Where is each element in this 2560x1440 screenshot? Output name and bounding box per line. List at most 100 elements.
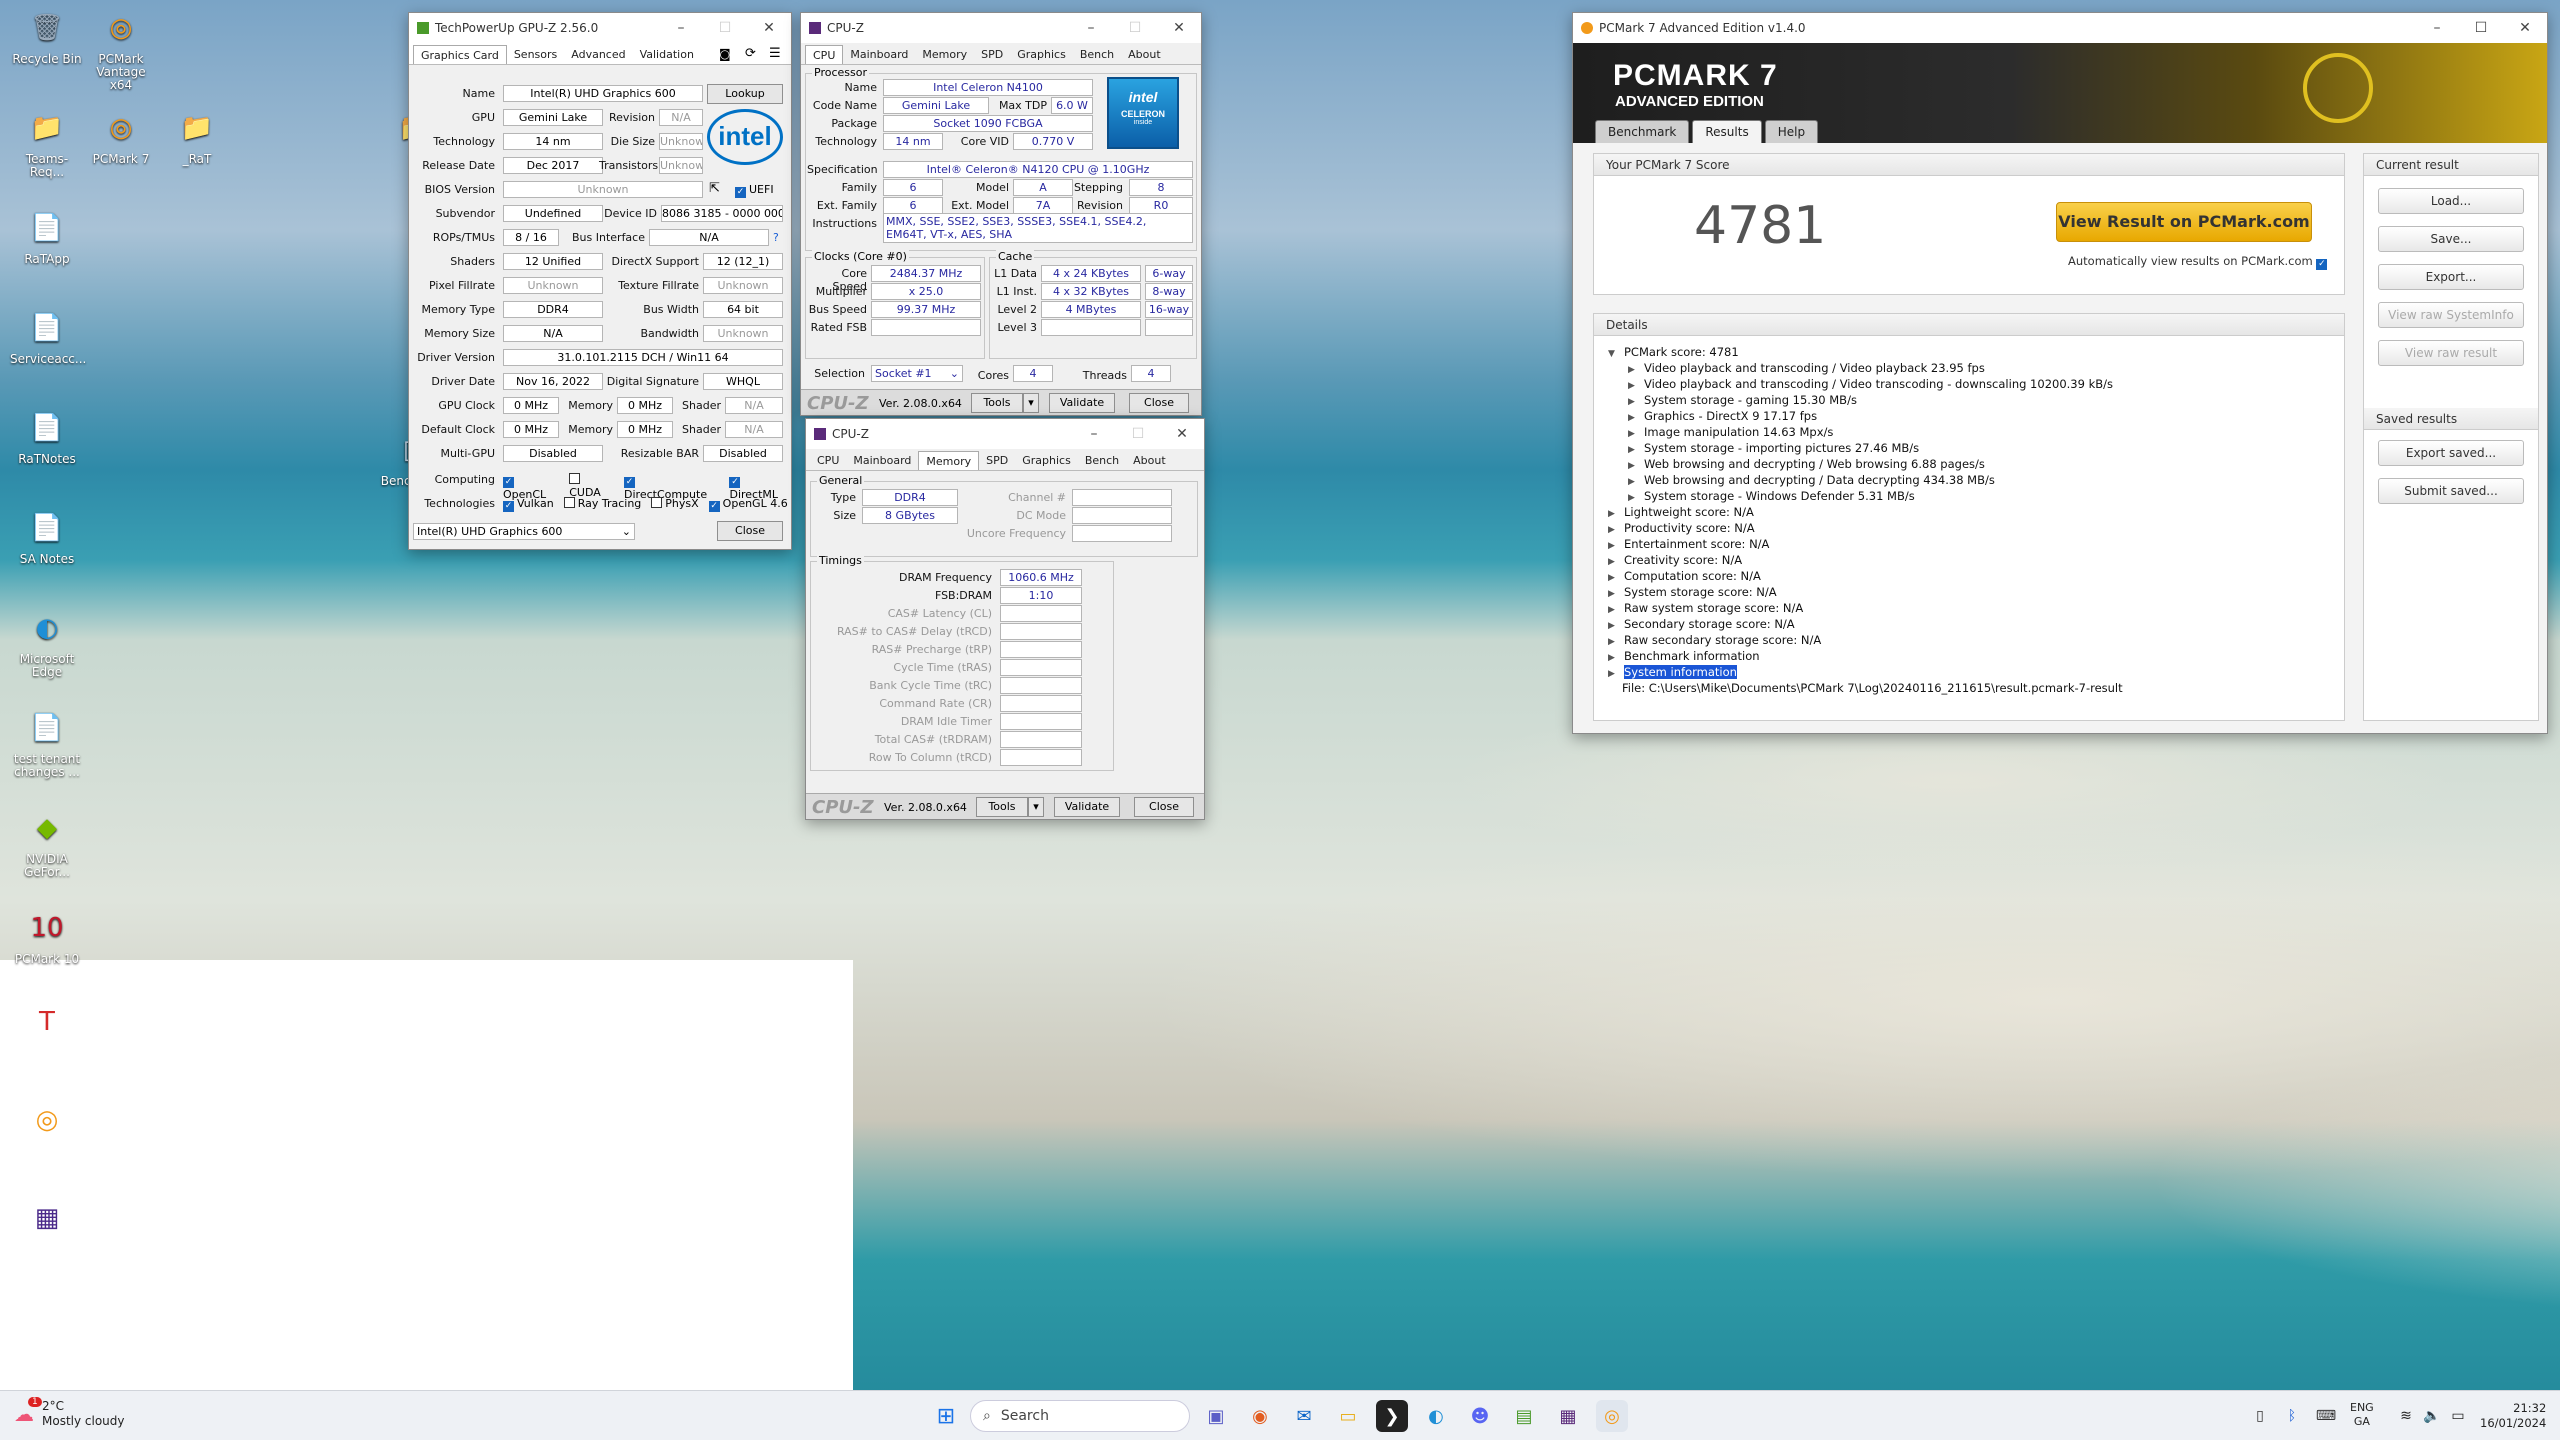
usb-icon[interactable]: ▯ xyxy=(2244,1400,2276,1432)
tab-bench[interactable]: Bench xyxy=(1078,451,1126,470)
tree-item[interactable]: ▶ Benchmark information xyxy=(1608,648,2334,664)
tree-item[interactable]: ▶ Web browsing and decrypting / Data decr… xyxy=(1608,472,2334,488)
tab-cpu[interactable]: CPU xyxy=(810,451,846,470)
desktop-icon[interactable]: 📁 _RaT xyxy=(160,106,234,166)
close-button[interactable]: Close xyxy=(1134,797,1194,817)
file-explorer-icon[interactable]: ▭ xyxy=(1332,1400,1364,1432)
auto-view-checkbox[interactable]: ✓ xyxy=(2316,259,2328,270)
share-icon[interactable]: ⇱ xyxy=(709,181,720,196)
gpuz-titlebar[interactable]: TechPowerUp GPU-Z 2.56.0 – ☐ ✕ xyxy=(409,13,791,43)
desktop-icon[interactable]: ▦ xyxy=(10,1196,84,1243)
tab-cpu[interactable]: CPU xyxy=(805,45,844,64)
search-box[interactable]: ⌕ Search xyxy=(970,1400,1190,1432)
tree-item[interactable]: ▶ Graphics - DirectX 9 17.17 fps xyxy=(1608,408,2334,424)
language-indicator[interactable]: ENG GA xyxy=(2350,1401,2374,1429)
tree-item[interactable]: ▶ Video playback and transcoding / Video … xyxy=(1608,376,2334,392)
clock[interactable]: 21:32 16/01/2024 xyxy=(2480,1401,2546,1431)
tab-graphics[interactable]: Graphics xyxy=(1015,451,1078,470)
uefi-checkbox[interactable]: ✓ UEFI xyxy=(735,183,774,198)
tab-mainboard[interactable]: Mainboard xyxy=(843,45,915,64)
desktop-icon[interactable]: 🗑 Recycle Bin xyxy=(10,6,84,66)
tools-button[interactable]: Tools xyxy=(976,797,1028,817)
camera-icon[interactable]: ◙ xyxy=(719,47,731,61)
export-button[interactable]: Export... xyxy=(2378,264,2524,290)
close-button[interactable]: Close xyxy=(717,521,783,541)
menu-icon[interactable]: ☰ xyxy=(769,46,781,61)
battery-icon[interactable]: ▭ xyxy=(2442,1400,2474,1432)
tab-mainboard[interactable]: Mainboard xyxy=(846,451,918,470)
tree-item[interactable]: ▶ System storage score: N/A xyxy=(1608,584,2334,600)
tab-advanced[interactable]: Advanced xyxy=(564,45,632,64)
desktop-icon[interactable]: 📄 Serviceacc... xyxy=(10,306,86,366)
tab-spd[interactable]: SPD xyxy=(974,45,1010,64)
tab-memory[interactable]: Memory xyxy=(918,451,980,470)
maximize-icon[interactable]: ☐ xyxy=(1113,20,1157,36)
pcmark-taskbar-icon[interactable]: ◎ xyxy=(1596,1400,1628,1432)
discord-icon[interactable]: ☻ xyxy=(1464,1400,1496,1432)
expand-down-icon[interactable]: ▼ xyxy=(1608,346,1624,362)
technology-checkbox-opengl-4-6[interactable]: ✓ OpenGL 4.6 xyxy=(708,497,788,512)
maximize-icon[interactable]: ☐ xyxy=(703,20,747,36)
tree-item[interactable]: ▶ Productivity score: N/A xyxy=(1608,520,2334,536)
firefox-icon[interactable]: ◉ xyxy=(1244,1400,1276,1432)
cpuz-taskbar-icon[interactable]: ▦ xyxy=(1552,1400,1584,1432)
tools-button[interactable]: Tools xyxy=(971,393,1023,413)
close-icon[interactable]: ✕ xyxy=(747,20,791,36)
desktop-icon[interactable]: 📄 RaTApp xyxy=(10,206,84,266)
meet-icon[interactable]: ▣ xyxy=(1200,1400,1232,1432)
lookup-button[interactable]: Lookup xyxy=(707,84,783,104)
tab-results[interactable]: Results xyxy=(1692,120,1762,143)
socket-select[interactable]: Socket #1 ⌄ xyxy=(871,365,963,382)
tree-item[interactable]: ▶ Computation score: N/A xyxy=(1608,568,2334,584)
desktop-icon[interactable]: 📁 Teams-Req... xyxy=(10,106,84,179)
tree-item[interactable]: ▶ Entertainment score: N/A xyxy=(1608,536,2334,552)
validate-button[interactable]: Validate xyxy=(1054,797,1120,817)
load-button[interactable]: Load... xyxy=(2378,188,2524,214)
tree-item[interactable]: ▶ System storage - importing pictures 27.… xyxy=(1608,440,2334,456)
maximize-icon[interactable]: ☐ xyxy=(2459,20,2503,36)
close-icon[interactable]: ✕ xyxy=(2503,20,2547,36)
tree-item[interactable]: ▶ Raw secondary storage score: N/A xyxy=(1608,632,2334,648)
tab-about[interactable]: About xyxy=(1121,45,1168,64)
tab-about[interactable]: About xyxy=(1126,451,1173,470)
tab-sensors[interactable]: Sensors xyxy=(507,45,564,64)
tools-dropdown-icon[interactable]: ▾ xyxy=(1023,393,1039,413)
desktop-icon[interactable]: ◎ PCMark 7 xyxy=(84,106,158,166)
tree-item[interactable]: ▶ System information xyxy=(1608,664,2334,680)
tree-item[interactable]: ▶ Lightweight score: N/A xyxy=(1608,504,2334,520)
save-button[interactable]: Save... xyxy=(2378,226,2524,252)
help-icon[interactable]: ? xyxy=(773,231,779,244)
tab-graphics[interactable]: Graphics xyxy=(1010,45,1073,64)
submit-saved-button[interactable]: Submit saved... xyxy=(2378,478,2524,504)
tab-validation[interactable]: Validation xyxy=(633,45,701,64)
start-icon[interactable]: ⊞ xyxy=(930,1400,962,1432)
tab-graphics-card[interactable]: Graphics Card xyxy=(413,45,507,64)
technology-checkbox-physx[interactable]: PhysX xyxy=(651,497,699,512)
minimize-icon[interactable]: – xyxy=(659,20,703,36)
minimize-icon[interactable]: – xyxy=(2415,20,2459,36)
desktop-icon[interactable]: ◆ NVIDIA GeFor... xyxy=(10,806,84,879)
tab-spd[interactable]: SPD xyxy=(979,451,1015,470)
minimize-icon[interactable]: – xyxy=(1072,426,1116,442)
tree-item[interactable]: ▶ Secondary storage score: N/A xyxy=(1608,616,2334,632)
minimize-icon[interactable]: – xyxy=(1069,20,1113,36)
gpuz-taskbar-icon[interactable]: ▤ xyxy=(1508,1400,1540,1432)
view-result-button[interactable]: View Result on PCMark.com xyxy=(2056,202,2312,242)
keyboard-icon[interactable]: ⌨ xyxy=(2310,1400,2342,1432)
tree-item[interactable]: ▶ System storage - gaming 15.30 MB/s xyxy=(1608,392,2334,408)
desktop-icon[interactable]: T xyxy=(10,1000,84,1047)
mail-icon[interactable]: ✉ xyxy=(1288,1400,1320,1432)
tree-item[interactable]: ▶ Video playback and transcoding / Video … xyxy=(1608,360,2334,376)
tree-item[interactable]: ▼ PCMark score: 4781 xyxy=(1608,344,2334,360)
close-button[interactable]: Close xyxy=(1129,393,1189,413)
cpuz-titlebar[interactable]: CPU-Z – ☐ ✕ xyxy=(801,13,1201,43)
refresh-icon[interactable]: ⟳ xyxy=(745,46,756,61)
tab-bench[interactable]: Bench xyxy=(1073,45,1121,64)
tree-item[interactable]: ▶ Raw system storage score: N/A xyxy=(1608,600,2334,616)
desktop-icon[interactable]: 10 PCMark 10 xyxy=(10,906,84,966)
tab-help[interactable]: Help xyxy=(1764,120,1819,143)
desktop-icon[interactable]: ◎ xyxy=(10,1098,84,1145)
close-icon[interactable]: ✕ xyxy=(1160,426,1204,442)
tree-item[interactable]: ▶ System storage - Windows Defender 5.31 … xyxy=(1608,488,2334,504)
maximize-icon[interactable]: ☐ xyxy=(1116,426,1160,442)
